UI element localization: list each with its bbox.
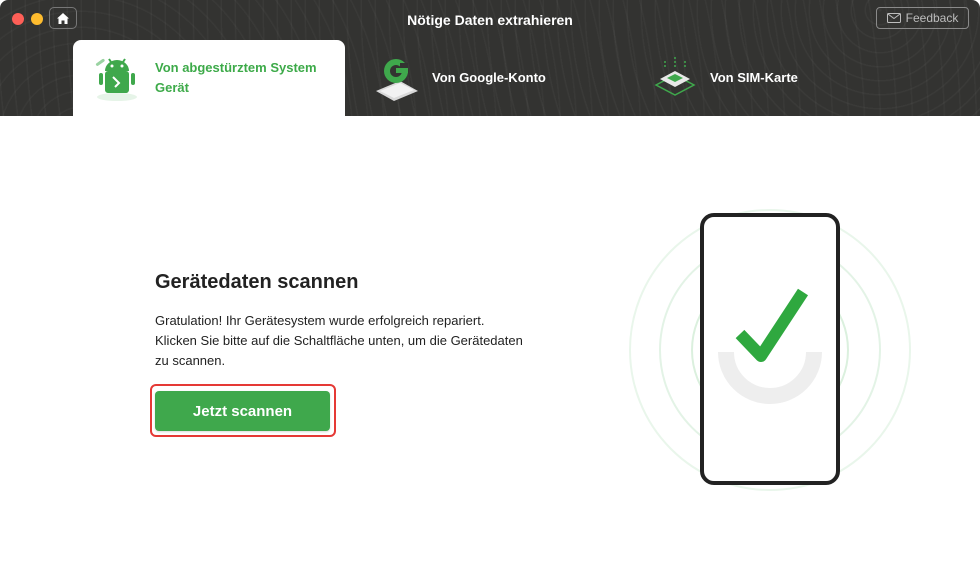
tab-label-line1: Von abgestürztem System — [155, 60, 317, 75]
description-line: Gratulation! Ihr Gerätesystem wurde erfo… — [155, 313, 485, 328]
feedback-label: Feedback — [905, 11, 959, 25]
google-account-icon — [376, 59, 418, 101]
page-title: Gerätedaten scannen — [155, 271, 359, 293]
tab-sim-label: Von SIM-Karte — [710, 70, 798, 85]
tab-crashed-device[interactable]: Von abgestürztem System Gerät — [73, 40, 345, 116]
window-title: Nötige Daten extrahieren — [407, 12, 573, 28]
scan-now-button[interactable]: Jetzt scannen — [155, 391, 330, 431]
app-window: Nötige Daten extrahieren Feedback Von ab… — [0, 0, 980, 582]
tab-label-line2: Gerät — [155, 80, 189, 95]
tab-label: Von abgestürztem System Gerät — [155, 58, 345, 98]
description-line: Klicken Sie bitte auf die Schaltfläche u… — [155, 333, 523, 348]
android-repair-icon — [95, 58, 137, 101]
feedback-button[interactable]: Feedback — [876, 7, 969, 29]
header: Nötige Daten extrahieren Feedback Von ab… — [0, 0, 980, 116]
description: Gratulation! Ihr Gerätesystem wurde erfo… — [155, 311, 575, 371]
tab-google-label: Von Google-Konto — [432, 70, 546, 85]
description-line: zu scannen. — [155, 353, 226, 368]
mail-icon — [886, 13, 901, 23]
tab-google-account[interactable]: Von Google-Konto — [372, 40, 612, 116]
sim-card-icon — [654, 57, 696, 96]
tab-sim-card[interactable]: Von SIM-Karte — [650, 40, 890, 116]
phone-checkmark-icon — [629, 209, 911, 491]
